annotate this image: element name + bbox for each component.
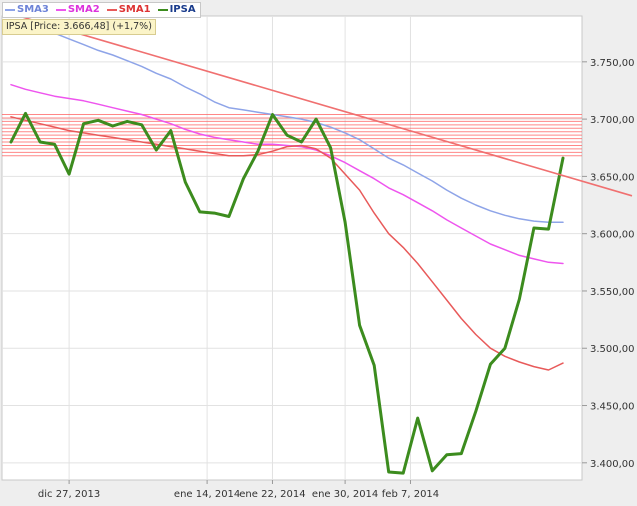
ipsa-point xyxy=(53,143,56,146)
ipsa-point xyxy=(38,140,42,144)
legend-swatch-sma3 xyxy=(5,9,15,11)
ipsa-point xyxy=(460,452,463,455)
y-tick-label: 3.650,00 xyxy=(590,172,635,183)
ipsa-point xyxy=(300,140,303,144)
price-tag: IPSA [Price: 3.666,48] (+1,7%) xyxy=(2,19,156,35)
y-tick-label: 3.500,00 xyxy=(590,344,635,355)
x-tick-label: ene 30, 2014 xyxy=(312,489,378,500)
ipsa-point xyxy=(126,120,129,123)
ipsa-point xyxy=(343,221,347,224)
legend-swatch-sma1 xyxy=(106,9,117,11)
ipsa-point xyxy=(213,211,216,215)
chart: 3.400,00 3.450,00 3.500,00 3.550,00 3.600,00… xyxy=(0,0,637,502)
legend: SMA3 SMA2 SMA1 IPSA xyxy=(2,2,201,18)
plot-area xyxy=(1,15,583,481)
ipsa-point xyxy=(474,410,478,413)
y-tick-label: 3.450,00 xyxy=(590,402,635,413)
ipsa-point xyxy=(445,453,448,456)
legend-item-sma1[interactable]: SMA1 xyxy=(106,3,151,17)
ipsa-point xyxy=(227,215,231,218)
ipsa-point xyxy=(271,113,274,116)
legend-item-ipsa[interactable]: IPSA xyxy=(157,3,196,17)
ipsa-point xyxy=(358,324,361,327)
ipsa-point xyxy=(184,180,187,184)
ipsa-point xyxy=(372,364,376,367)
chart-svg: 3.400,00 3.450,00 3.500,00 3.550,00 3.600,00… xyxy=(1,12,635,500)
ipsa-point xyxy=(532,226,536,230)
ipsa-point xyxy=(402,471,405,475)
legend-label-sma3: SMA3 xyxy=(17,4,49,15)
ipsa-point xyxy=(285,133,289,137)
y-tick-label: 3.400,00 xyxy=(590,459,635,470)
ipsa-point xyxy=(9,140,13,144)
x-tick-label: feb 7, 2014 xyxy=(382,489,439,500)
y-tick-label: 3.550,00 xyxy=(590,287,635,298)
ipsa-point xyxy=(155,148,158,152)
ipsa-point xyxy=(140,123,143,127)
y-tick-label: 3.600,00 xyxy=(590,230,635,241)
ipsa-point xyxy=(561,156,565,160)
ipsa-point xyxy=(96,119,100,122)
legend-item-sma3[interactable]: SMA3 xyxy=(5,3,49,17)
legend-label-sma2: SMA2 xyxy=(67,4,100,15)
ipsa-point xyxy=(82,122,85,125)
ipsa-point xyxy=(547,227,550,231)
legend-label-sma1: SMA1 xyxy=(118,4,151,15)
legend-swatch-sma2 xyxy=(55,9,66,11)
x-tick-label: ene 14, 2014 xyxy=(174,489,240,500)
y-tick-label: 3.700,00 xyxy=(590,115,635,126)
ipsa-point xyxy=(416,416,419,420)
ipsa-point xyxy=(169,129,172,132)
ipsa-point xyxy=(111,124,114,128)
ipsa-point xyxy=(503,347,507,350)
ipsa-point xyxy=(242,177,245,180)
ipsa-point xyxy=(431,469,434,473)
ipsa-point xyxy=(256,149,260,153)
ipsa-point xyxy=(518,297,521,301)
ipsa-point xyxy=(489,363,492,366)
legend-label-ipsa: IPSA xyxy=(169,4,196,15)
ipsa-point xyxy=(198,210,202,214)
ipsa-point xyxy=(24,112,27,115)
ipsa-point xyxy=(387,470,390,474)
legend-swatch-ipsa xyxy=(157,9,168,11)
x-tick-label: dic 27, 2013 xyxy=(38,489,100,500)
x-tick-label: ene 22, 2014 xyxy=(239,489,305,500)
legend-item-sma2[interactable]: SMA2 xyxy=(55,3,100,17)
ipsa-point xyxy=(67,172,71,176)
ipsa-point xyxy=(314,117,318,121)
ipsa-point xyxy=(329,146,332,149)
y-tick-label: 3.750,00 xyxy=(590,58,635,69)
